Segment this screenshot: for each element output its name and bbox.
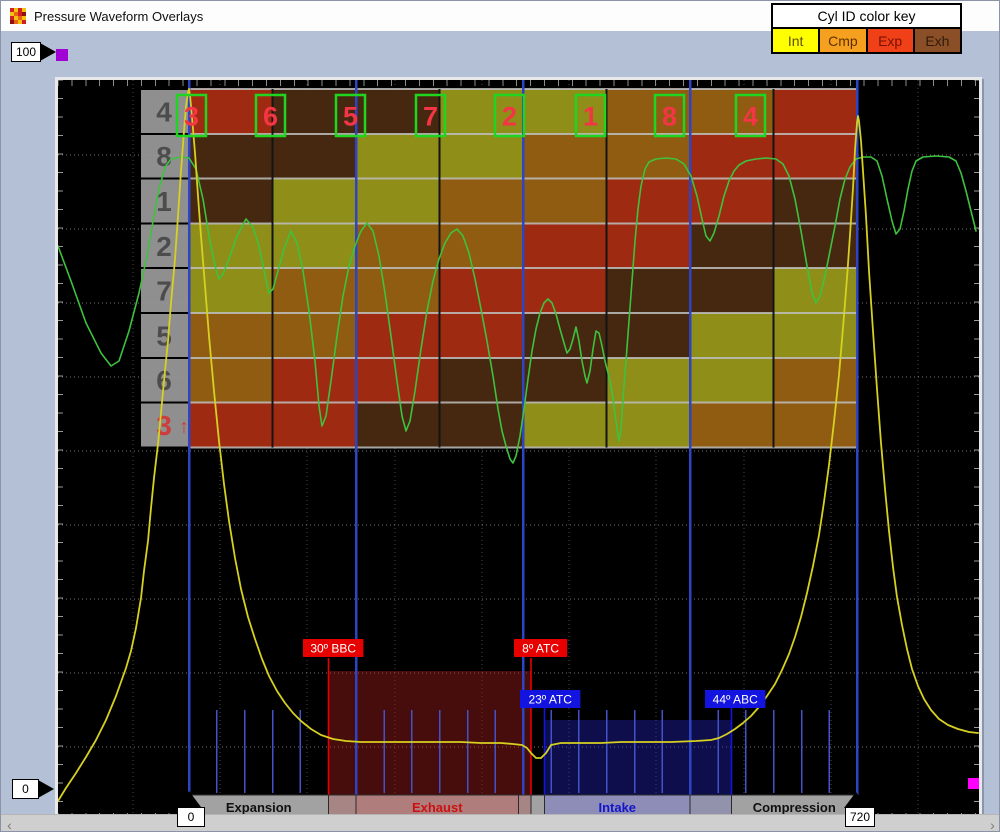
phase-cell-int bbox=[356, 134, 440, 179]
pressure-chart[interactable]: 48127563↑ExpansionExhaustIntakeCompressi… bbox=[55, 77, 982, 822]
phase-bar-label: Exhaust bbox=[412, 800, 463, 815]
trigger-arrow-icon: ↑ bbox=[179, 416, 189, 438]
phase-cell-cmp bbox=[523, 134, 607, 179]
valve-event-label: 8º ATC bbox=[522, 642, 559, 656]
valve-event-label: 44º ABC bbox=[713, 693, 758, 707]
y-axis-max-marker[interactable] bbox=[40, 43, 56, 61]
phase-cell-int bbox=[607, 358, 691, 403]
key-item-exp: Exp bbox=[868, 29, 915, 52]
y-axis-min-label: 0 bbox=[12, 779, 39, 799]
x-axis-zero-label: 0 bbox=[177, 807, 205, 827]
pressure-waveform-overlays-window: Pressure Waveform Overlays 48127563↑Expa… bbox=[0, 0, 1000, 832]
phase-cell-cmp bbox=[607, 134, 691, 179]
phase-cell-exp bbox=[690, 134, 774, 179]
x-axis-720-marker[interactable] bbox=[844, 792, 868, 808]
scroll-right-icon[interactable]: › bbox=[984, 815, 1000, 832]
phase-cell-exh bbox=[607, 268, 691, 313]
firing-order-number: 1 bbox=[583, 102, 598, 132]
color-key-title: Cyl ID color key bbox=[773, 5, 960, 27]
phase-cell-exh bbox=[440, 358, 524, 403]
firing-order-number: 4 bbox=[743, 102, 758, 132]
phase-cell-exh bbox=[356, 403, 440, 448]
phase-cell-exh bbox=[774, 179, 858, 224]
phase-cell-exp bbox=[356, 313, 440, 358]
trace-start-handle[interactable] bbox=[56, 49, 68, 61]
cyl-row-label: 8 bbox=[156, 141, 172, 172]
workspace: 48127563↑ExpansionExhaustIntakeCompressi… bbox=[1, 31, 1000, 814]
intake-valve-open-region bbox=[545, 720, 732, 795]
app-icon bbox=[10, 8, 26, 24]
y-axis-max-label: 100 bbox=[11, 42, 41, 62]
valve-event-label: 23º ATC bbox=[528, 693, 572, 707]
phase-cell-exh bbox=[273, 134, 357, 179]
phase-cell-exp bbox=[523, 223, 607, 268]
cyl-row-label: 2 bbox=[156, 231, 172, 262]
phase-cell-exp bbox=[523, 268, 607, 313]
phase-cell-cmp bbox=[774, 403, 858, 448]
phase-cell-exp bbox=[189, 403, 273, 448]
pressure-chart-canvas[interactable]: 48127563↑ExpansionExhaustIntakeCompressi… bbox=[58, 80, 979, 819]
phase-cell-exh bbox=[440, 403, 524, 448]
x-axis-zero-marker[interactable] bbox=[177, 791, 201, 807]
phase-cell-exh bbox=[690, 223, 774, 268]
phase-cell-exp bbox=[774, 134, 858, 179]
key-item-exh: Exh bbox=[915, 29, 960, 52]
valve-open-regions bbox=[329, 671, 732, 795]
phase-cell-cmp bbox=[690, 403, 774, 448]
phase-cell-exh bbox=[607, 313, 691, 358]
phase-cell-int bbox=[690, 313, 774, 358]
phase-cell-int bbox=[523, 403, 607, 448]
phase-bar-label: Intake bbox=[598, 800, 636, 815]
firing-order-number: 6 bbox=[263, 102, 278, 132]
firing-order-number: 7 bbox=[423, 102, 438, 132]
cyl-row-label: 4 bbox=[156, 96, 172, 127]
firing-order-number: 5 bbox=[343, 102, 358, 132]
phase-cell-cmp bbox=[189, 358, 273, 403]
firing-order-number: 3 bbox=[184, 102, 199, 132]
phase-cell-cmp bbox=[523, 179, 607, 224]
color-key-cells: IntCmpExpExh bbox=[773, 27, 960, 52]
trace-end-handle[interactable] bbox=[968, 778, 979, 789]
phase-cell-exp bbox=[607, 179, 691, 224]
phase-bar-label: Compression bbox=[753, 800, 836, 815]
firing-order-number: 8 bbox=[662, 102, 677, 132]
phase-cell-exp bbox=[273, 403, 357, 448]
phase-cell-int bbox=[189, 268, 273, 313]
x-axis-720-label: 720 bbox=[845, 807, 875, 827]
phase-cell-exp bbox=[607, 223, 691, 268]
cyl-row-label: 7 bbox=[156, 276, 172, 307]
key-item-int: Int bbox=[773, 29, 820, 52]
phase-cell-cmp bbox=[189, 313, 273, 358]
phase-cell-int bbox=[356, 179, 440, 224]
phase-cell-cmp bbox=[774, 358, 858, 403]
phase-cell-exh bbox=[774, 223, 858, 268]
exhaust-valve-open-region bbox=[329, 671, 532, 795]
phase-cell-exp bbox=[774, 89, 858, 134]
phase-cell-exp bbox=[690, 179, 774, 224]
phase-cell-cmp bbox=[356, 223, 440, 268]
valve-event-label: 30º BBC bbox=[310, 642, 356, 656]
key-item-cmp: Cmp bbox=[820, 29, 867, 52]
phase-bar-label: Expansion bbox=[226, 800, 292, 815]
cyl-id-color-key: Cyl ID color key IntCmpExpExh bbox=[771, 3, 962, 54]
y-axis-min-marker[interactable] bbox=[38, 780, 54, 798]
cylinder-phase-heatmap: 48127563↑ bbox=[141, 89, 857, 447]
phase-cell-cmp bbox=[440, 179, 524, 224]
phase-cell-exh bbox=[189, 179, 273, 224]
scroll-left-icon[interactable]: ‹ bbox=[1, 815, 18, 832]
firing-order-number: 2 bbox=[502, 102, 517, 132]
phase-cell-exp bbox=[356, 358, 440, 403]
phase-cell-int bbox=[273, 179, 357, 224]
phase-cell-cmp bbox=[440, 223, 524, 268]
phase-cell-exh bbox=[690, 268, 774, 313]
phase-cell-exp bbox=[273, 358, 357, 403]
phase-cell-cmp bbox=[356, 268, 440, 313]
phase-cell-int bbox=[690, 358, 774, 403]
phase-cell-exp bbox=[440, 313, 524, 358]
phase-cell-exh bbox=[189, 134, 273, 179]
phase-cell-exh bbox=[523, 358, 607, 403]
phase-cell-int bbox=[440, 134, 524, 179]
window-title: Pressure Waveform Overlays bbox=[34, 9, 203, 24]
